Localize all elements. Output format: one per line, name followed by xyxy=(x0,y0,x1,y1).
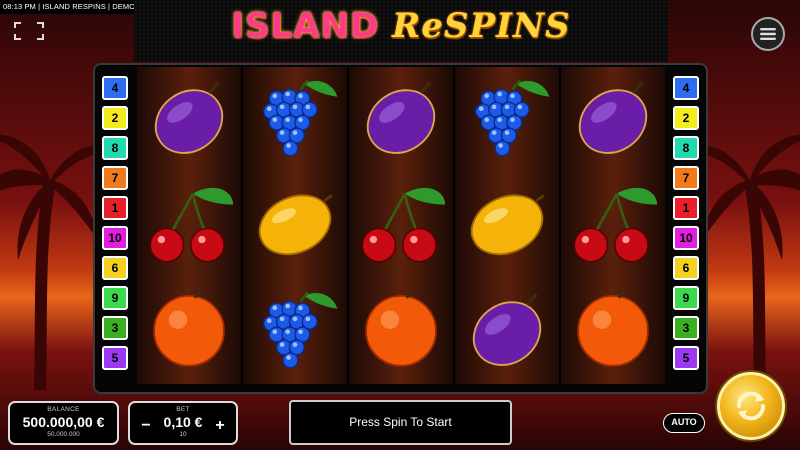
payline-left-badge: 2 xyxy=(102,106,128,130)
lemon-icon xyxy=(461,177,553,274)
payline-right-badge: 4 xyxy=(673,76,699,100)
bottom-bar: BALANCE 500.000,00 € 50.000.000 − BET 0,… xyxy=(0,395,800,450)
reel-cell xyxy=(243,67,347,173)
grapes-icon xyxy=(249,71,341,168)
bet-increase-button[interactable]: + xyxy=(212,417,228,435)
payline-left-badge: 9 xyxy=(102,286,128,310)
header-panel: ISLAND ReSPINS xyxy=(134,0,668,62)
payline-right-badge: 5 xyxy=(673,346,699,370)
reel-cell xyxy=(137,172,241,279)
reel-cell xyxy=(137,278,241,384)
balance-label: BALANCE xyxy=(47,406,80,413)
status-mode: DEMO xyxy=(112,2,136,11)
payline-left-badge: 7 xyxy=(102,166,128,190)
reel-cell xyxy=(349,67,453,173)
spin-icon xyxy=(736,391,766,421)
payline-left-badge: 6 xyxy=(102,256,128,280)
cherries-icon xyxy=(143,177,235,274)
reel-cell xyxy=(243,172,347,279)
lemon-icon xyxy=(249,177,341,274)
payline-right-badge: 1 xyxy=(673,196,699,220)
balance-value: 500.000,00 € xyxy=(22,414,105,430)
fullscreen-icon[interactable] xyxy=(14,22,44,40)
payline-right-badge: 10 xyxy=(673,226,699,250)
payline-left-badge: 5 xyxy=(102,346,128,370)
bet-decrease-button[interactable]: − xyxy=(138,417,154,435)
reel-cell xyxy=(455,172,559,279)
payline-left-badge: 3 xyxy=(102,316,128,340)
plum-icon xyxy=(567,71,659,168)
status-game-name: ISLAND RESPINS xyxy=(42,2,106,11)
payline-left-badge: 8 xyxy=(102,136,128,160)
status-bar: 08:13 PM | ISLAND RESPINS | DEMO xyxy=(0,0,136,14)
grapes-icon xyxy=(461,71,553,168)
plum-icon xyxy=(355,71,447,168)
plum-icon xyxy=(461,283,553,380)
reel-cell xyxy=(561,67,665,173)
menu-icon xyxy=(760,28,776,40)
game-title-logo: ISLAND ReSPINS xyxy=(231,6,571,46)
reel-cell xyxy=(137,67,241,173)
payline-right-badge: 2 xyxy=(673,106,699,130)
balance-credits: 50.000.000 xyxy=(47,431,80,438)
payline-indicators-right: 4 2 8 7 1 10 6 9 3 5 xyxy=(673,76,699,376)
grapes-icon xyxy=(249,283,341,380)
message-display: Press Spin To Start xyxy=(289,400,512,445)
orange-icon xyxy=(143,283,235,380)
payline-left-badge: 4 xyxy=(102,76,128,100)
payline-right-badge: 3 xyxy=(673,316,699,340)
reel-grid xyxy=(137,67,665,384)
spin-button[interactable] xyxy=(717,372,785,440)
auto-spin-button[interactable]: AUTO xyxy=(663,413,705,433)
reel-cell xyxy=(455,278,559,384)
reel-cell xyxy=(243,278,347,384)
orange-icon xyxy=(355,283,447,380)
balance-display: BALANCE 500.000,00 € 50.000.000 xyxy=(8,401,119,445)
cherries-icon xyxy=(567,177,659,274)
orange-icon xyxy=(567,283,659,380)
reel-cell xyxy=(561,278,665,384)
payline-right-badge: 8 xyxy=(673,136,699,160)
cherries-icon xyxy=(355,177,447,274)
reel-cell xyxy=(561,172,665,279)
reel-cell xyxy=(349,278,453,384)
menu-button[interactable] xyxy=(751,17,785,51)
payline-indicators-left: 4 2 8 7 1 10 6 9 3 5 xyxy=(102,76,128,376)
status-time: 08:13 PM xyxy=(3,2,36,11)
bet-label: BET xyxy=(176,406,190,413)
reel-cell xyxy=(349,172,453,279)
payline-left-badge: 10 xyxy=(102,226,128,250)
payline-right-badge: 9 xyxy=(673,286,699,310)
payline-right-badge: 6 xyxy=(673,256,699,280)
plum-icon xyxy=(143,71,235,168)
reel-cell xyxy=(455,67,559,173)
payline-right-badge: 7 xyxy=(673,166,699,190)
payline-left-badge: 1 xyxy=(102,196,128,220)
bet-control: − BET 0,10 € 10 + xyxy=(128,401,238,445)
